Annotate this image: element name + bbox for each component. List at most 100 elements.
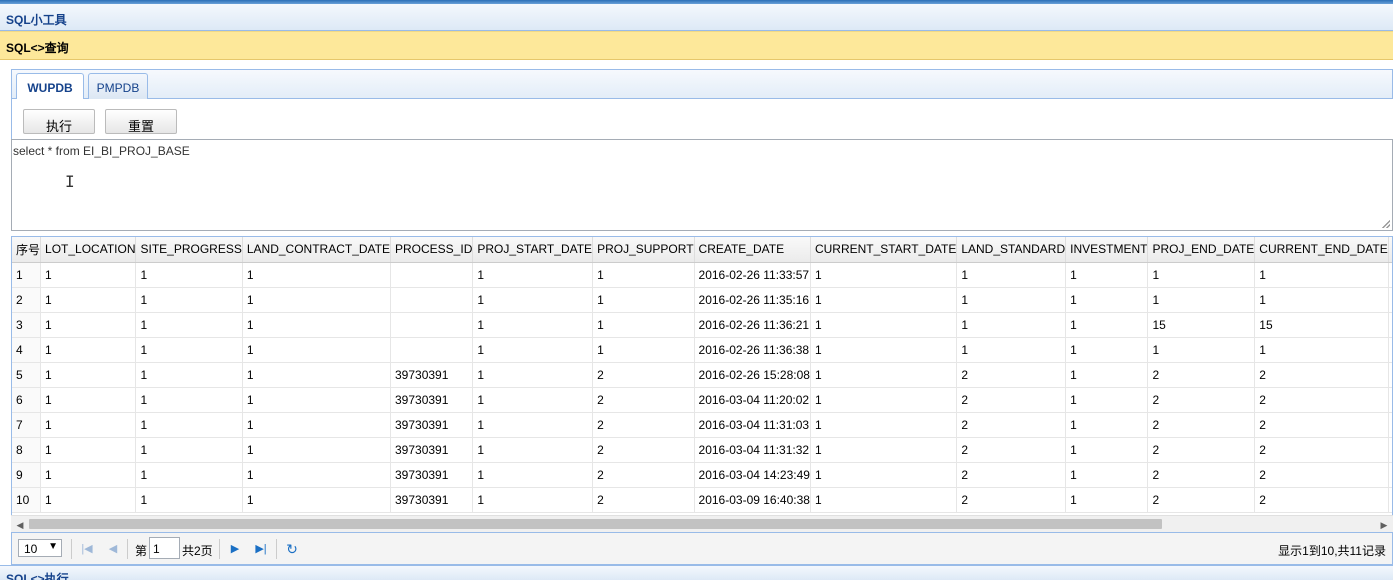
table-row[interactable]: 3111112016-02-26 11:36:2111115151: [12, 312, 1392, 338]
table-cell: 1: [472, 412, 594, 438]
scroll-right-icon[interactable]: ▶: [1377, 518, 1391, 532]
tab-wupdb[interactable]: WUPDB: [16, 73, 84, 101]
table-cell: 39730391: [390, 437, 474, 463]
table-cell: 2: [1254, 387, 1389, 413]
table-cell: 2: [1254, 487, 1389, 513]
table-row[interactable]: 911139730391122016-03-04 14:23:49121222: [12, 462, 1392, 488]
table-cell: 2: [592, 487, 695, 513]
query-panel-header[interactable]: SQL<>查询: [0, 31, 1393, 60]
prev-page-icon[interactable]: ◀: [105, 541, 121, 557]
execute-button[interactable]: 执行: [23, 109, 95, 134]
table-row[interactable]: 711139730391122016-03-04 11:31:03121222: [12, 412, 1392, 438]
tab-pmpdb[interactable]: PMPDB: [88, 73, 148, 100]
table-cell: 2016-02-26 15:28:08: [694, 362, 811, 388]
table-cell: 1: [810, 287, 958, 313]
row-number-cell: 5: [12, 362, 42, 388]
table-cell: 1: [1147, 262, 1256, 288]
scrollbar-thumb[interactable]: [29, 519, 1162, 529]
table-header-row: 序号 LOT_LOCATION SITE_PROGRESS LAND_CONTRACT…: [12, 237, 1392, 263]
table-row[interactable]: 4111112016-02-26 11:36:38111111: [12, 337, 1392, 363]
row-number-cell: 2: [12, 287, 42, 313]
table-cell: 1: [810, 262, 958, 288]
table-cell: 2: [1388, 362, 1392, 388]
column-header[interactable]: LAND_STANDARD: [956, 237, 1067, 263]
refresh-icon[interactable]: ↻: [284, 541, 300, 557]
column-header[interactable]: LOT_LOCATION: [40, 237, 137, 263]
table-cell: 1: [1065, 412, 1149, 438]
row-number-cell: 9: [12, 462, 42, 488]
column-header[interactable]: CURRENT_START_DATE: [810, 237, 958, 263]
table-row[interactable]: 2111112016-02-26 11:35:16111111: [12, 287, 1392, 313]
table-cell: 1: [40, 362, 137, 388]
next-page-icon[interactable]: ▶: [227, 541, 243, 557]
table-cell: 1: [472, 462, 594, 488]
table-cell: 2: [1254, 437, 1389, 463]
table-cell: 1: [592, 287, 695, 313]
last-page-icon[interactable]: ▶|: [253, 541, 269, 557]
table-cell: 2: [956, 387, 1067, 413]
table-cell: 1: [810, 362, 958, 388]
table-cell: 1: [810, 412, 958, 438]
row-number-cell: 6: [12, 387, 42, 413]
sql-text[interactable]: select * from EI_BI_PROJ_BASE: [13, 144, 190, 158]
row-number-cell: 10: [12, 487, 42, 513]
column-header[interactable]: CURRENT_END_DATE: [1254, 237, 1389, 263]
horizontal-scrollbar[interactable]: ◀ ▶: [11, 515, 1393, 532]
table-cell: 1: [242, 437, 392, 463]
scroll-left-icon[interactable]: ◀: [13, 518, 27, 532]
column-header[interactable]: PROJ_START_DATE: [472, 237, 594, 263]
table-cell: 2: [956, 462, 1067, 488]
column-header[interactable]: CREATE_DATE: [694, 237, 811, 263]
table-row[interactable]: 1011139730391122016-03-09 16:40:38121222: [12, 487, 1392, 513]
column-header[interactable]: SITE_PROGRESS: [135, 237, 243, 263]
column-header[interactable]: LAND_NA: [1388, 237, 1392, 263]
pager-divider: [71, 539, 72, 559]
table-row[interactable]: 811139730391122016-03-04 11:31:32121222: [12, 437, 1392, 463]
table-cell: 2: [1254, 462, 1389, 488]
table-row[interactable]: 611139730391122016-03-04 11:20:02121222: [12, 387, 1392, 413]
table-row[interactable]: 511139730391122016-02-26 15:28:08121222: [12, 362, 1392, 388]
pager-info: 显示1到10,共11记录: [1278, 544, 1386, 558]
column-header[interactable]: PROJ_SUPPORT: [592, 237, 695, 263]
page-size-select[interactable]: 10 ▼: [18, 539, 62, 557]
table-cell: [390, 337, 474, 363]
table-cell: 1: [242, 362, 392, 388]
sql-editor[interactable]: select * from EI_BI_PROJ_BASE I: [11, 139, 1393, 231]
table-cell: 1: [1254, 337, 1389, 363]
table-cell: 1: [40, 337, 137, 363]
table-cell: 1: [1065, 437, 1149, 463]
page-number-input[interactable]: 1: [149, 537, 180, 559]
column-header[interactable]: INVESTMENT: [1065, 237, 1149, 263]
table-cell: 1: [135, 412, 243, 438]
table-cell: 2016-02-26 11:36:21: [694, 312, 811, 338]
table-cell: 2: [1388, 387, 1392, 413]
table-cell: 1: [242, 262, 392, 288]
reset-button[interactable]: 重置: [105, 109, 177, 134]
table-row[interactable]: 1111112016-02-26 11:33:57111111: [12, 262, 1392, 288]
table-cell: 1: [472, 337, 594, 363]
table-cell: 2: [956, 362, 1067, 388]
table-cell: 1: [135, 387, 243, 413]
table-cell: [390, 262, 474, 288]
table-cell: 2: [1147, 462, 1256, 488]
first-page-icon[interactable]: |◀: [79, 541, 95, 557]
table-cell: 15: [1147, 312, 1256, 338]
table-cell: 2: [1388, 462, 1392, 488]
table-cell: 2: [956, 487, 1067, 513]
tab-label: WUPDB: [27, 81, 73, 95]
column-header[interactable]: PROJ_END_DATE: [1147, 237, 1256, 263]
table-cell: 1: [1065, 362, 1149, 388]
table-cell: 1: [1388, 337, 1392, 363]
table-cell: 1: [472, 437, 594, 463]
table-cell: 2: [1254, 412, 1389, 438]
table-cell: 1: [135, 462, 243, 488]
column-header[interactable]: LAND_CONTRACT_DATE: [242, 237, 392, 263]
table-cell: 1: [40, 412, 137, 438]
tab-label: PMPDB: [96, 81, 140, 95]
column-header[interactable]: PROCESS_ID: [390, 237, 474, 263]
table-cell: 2: [956, 412, 1067, 438]
resize-grip-icon[interactable]: [1382, 220, 1390, 228]
exec-panel-header[interactable]: SQL<>执行: [0, 565, 1393, 580]
table-cell: 1: [592, 337, 695, 363]
column-header[interactable]: 序号: [12, 237, 42, 263]
